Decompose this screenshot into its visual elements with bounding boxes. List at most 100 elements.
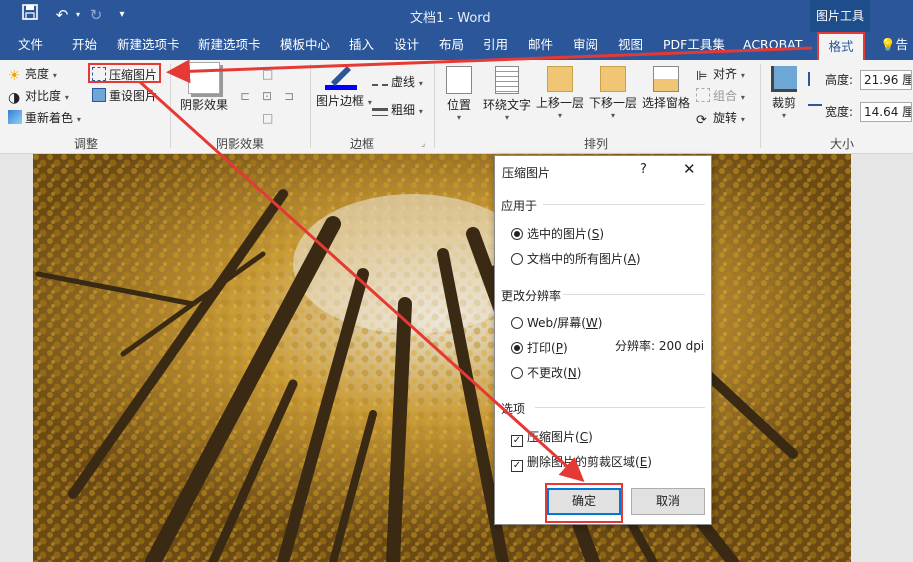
tab-pdf-tools[interactable]: PDF工具集 — [663, 32, 725, 60]
position-button[interactable]: 位置 ▾ — [440, 66, 478, 122]
radio-no-change[interactable]: 不更改(N) — [511, 364, 581, 381]
brightness-button[interactable]: ☀ 亮度 ▾ — [8, 64, 57, 84]
group-icon — [696, 88, 710, 102]
crop-icon — [771, 66, 797, 92]
close-icon[interactable]: ✕ — [683, 160, 696, 178]
send-backward-icon — [600, 66, 626, 92]
contrast-icon: ◑ — [8, 90, 21, 106]
picture-tools-label: 图片工具 — [810, 0, 870, 32]
radio-print[interactable]: 打印(P) — [511, 339, 568, 356]
dashes-icon — [372, 84, 388, 88]
tab-design[interactable]: 设计 — [394, 32, 419, 60]
compress-icon — [92, 67, 106, 81]
reset-picture-button[interactable]: 重设图片 — [92, 86, 157, 106]
ribbon-tabs: 文件 开始 新建选项卡 新建选项卡 模板中心 插入 设计 布局 引用 邮件 审阅… — [0, 32, 913, 60]
separator — [434, 64, 435, 148]
checkbox-delete-cropped[interactable]: ✓ 删除图片的剪裁区域(E) — [511, 453, 652, 472]
shadow-effects-button[interactable]: 阴影效果 — [176, 62, 232, 113]
lightbulb-icon: 💡 — [880, 37, 896, 52]
reset-picture-icon — [92, 88, 106, 102]
dialog-launcher-icon[interactable]: ⌟ — [421, 134, 425, 154]
divider — [543, 204, 705, 205]
tab-review[interactable]: 审阅 — [573, 32, 598, 60]
send-backward-button[interactable]: 下移一层 ▾ — [587, 66, 639, 120]
separator — [170, 64, 171, 148]
save-icon[interactable] — [18, 4, 42, 26]
tab-template-center[interactable]: 模板中心 — [280, 32, 330, 60]
resolution-label: 更改分辨率 — [501, 289, 562, 303]
group-button[interactable]: 组合 ▾ — [696, 86, 745, 106]
wrap-text-icon — [495, 66, 519, 94]
group-label-shadow: 阴影效果 — [216, 137, 265, 151]
customize-qat-icon[interactable]: ▾ — [110, 4, 134, 26]
pencil-icon — [325, 62, 357, 90]
separator — [760, 64, 761, 148]
shadow-nudge-down-icon[interactable]: □ — [262, 108, 273, 128]
tab-home[interactable]: 开始 — [72, 32, 97, 60]
ok-button[interactable]: 确定 — [547, 488, 621, 515]
contrast-button[interactable]: ◑ 对比度 ▾ — [8, 86, 69, 106]
tab-insert[interactable]: 插入 — [349, 32, 374, 60]
cancel-button[interactable]: 取消 — [631, 488, 705, 515]
ribbon: ☀ 亮度 ▾ ◑ 对比度 ▾ 重新着色 ▾ 压缩图片 重设图片 调整 阴影效果 □ … — [0, 60, 913, 154]
recolor-icon — [8, 110, 22, 124]
compress-pictures-button[interactable]: 压缩图片 — [88, 63, 162, 83]
selection-pane-button[interactable]: 选择窗格 — [640, 66, 692, 111]
weight-icon — [372, 108, 388, 116]
selection-pane-icon — [653, 66, 679, 92]
tab-file[interactable]: 文件 — [18, 32, 43, 60]
radio-selected-icon — [511, 342, 523, 354]
shadow-toggle-icon[interactable]: ⊡ — [262, 86, 272, 106]
radio-selected-only[interactable]: 选中的图片(S) — [511, 225, 604, 242]
rotate-button[interactable]: ⟳ 旋转 ▾ — [696, 108, 745, 128]
tab-new-1[interactable]: 新建选项卡 — [117, 32, 180, 60]
sun-icon: ☀ — [8, 68, 21, 84]
radio-all-pictures[interactable]: 文档中的所有图片(A) — [511, 250, 641, 267]
crop-button[interactable]: 裁剪 ▾ — [766, 66, 802, 120]
separator — [310, 64, 311, 148]
dashes-button[interactable]: 虚线 ▾ — [372, 72, 423, 92]
radio-web[interactable]: Web/屏幕(W) — [511, 314, 602, 331]
tell-me-box[interactable]: 💡告 — [880, 32, 908, 60]
recolor-button[interactable]: 重新着色 ▾ — [8, 108, 81, 128]
height-input[interactable]: 21.96 厘米 — [860, 70, 912, 90]
position-icon — [446, 66, 472, 94]
shadow-nudge-right-icon[interactable]: ⊐ — [284, 86, 294, 106]
width-icon — [808, 104, 822, 118]
title-bar: ↶ ▾ ↻ ▾ 文档1 - Word 图片工具 — [0, 0, 913, 32]
document-title: 文档1 - Word — [410, 11, 491, 26]
picture-border-button[interactable]: 图片边框 ▾ — [316, 62, 372, 109]
rotate-icon: ⟳ — [696, 113, 707, 128]
radio-selected-icon — [511, 228, 523, 240]
width-input[interactable]: 14.64 厘米 — [860, 102, 912, 122]
checkmark-icon: ✓ — [511, 435, 523, 447]
tab-new-2[interactable]: 新建选项卡 — [198, 32, 261, 60]
group-label-arrange: 排列 — [584, 137, 609, 151]
tab-view[interactable]: 视图 — [618, 32, 643, 60]
help-icon[interactable]: ? — [640, 162, 647, 177]
wrap-text-button[interactable]: 环绕文字 ▾ — [482, 66, 532, 122]
divider — [535, 407, 705, 408]
tab-mailings[interactable]: 邮件 — [528, 32, 553, 60]
shadow-icon — [188, 62, 220, 94]
align-icon: ⊫ — [696, 69, 708, 84]
align-button[interactable]: ⊫ 对齐 ▾ — [696, 64, 745, 84]
height-icon — [808, 72, 822, 86]
tab-acrobat[interactable]: ACROBAT — [743, 32, 802, 60]
tab-format[interactable]: 格式 — [817, 32, 865, 60]
compress-pictures-dialog: 压缩图片 ? ✕ 应用于 选中的图片(S) 文档中的所有图片(A) 更改分辨率 … — [494, 155, 712, 525]
checkbox-compress[interactable]: ✓ 压缩图片(C) — [511, 428, 593, 447]
group-label-border: 边框 — [350, 137, 375, 151]
weight-button[interactable]: 粗细 ▾ — [372, 100, 423, 120]
shadow-nudge-up-icon[interactable]: □ — [262, 64, 273, 84]
redo-icon[interactable]: ↻ — [84, 4, 108, 26]
shadow-nudge-left-icon[interactable]: ⊏ — [240, 86, 250, 106]
tab-layout[interactable]: 布局 — [439, 32, 464, 60]
group-label-size: 大小 — [830, 137, 855, 151]
divider — [563, 294, 705, 295]
bring-forward-button[interactable]: 上移一层 ▾ — [534, 66, 586, 120]
tell-me-text: 告 — [895, 37, 909, 52]
selected-picture[interactable] — [33, 154, 851, 562]
tab-references[interactable]: 引用 — [483, 32, 508, 60]
apply-to-label: 应用于 — [501, 199, 538, 213]
